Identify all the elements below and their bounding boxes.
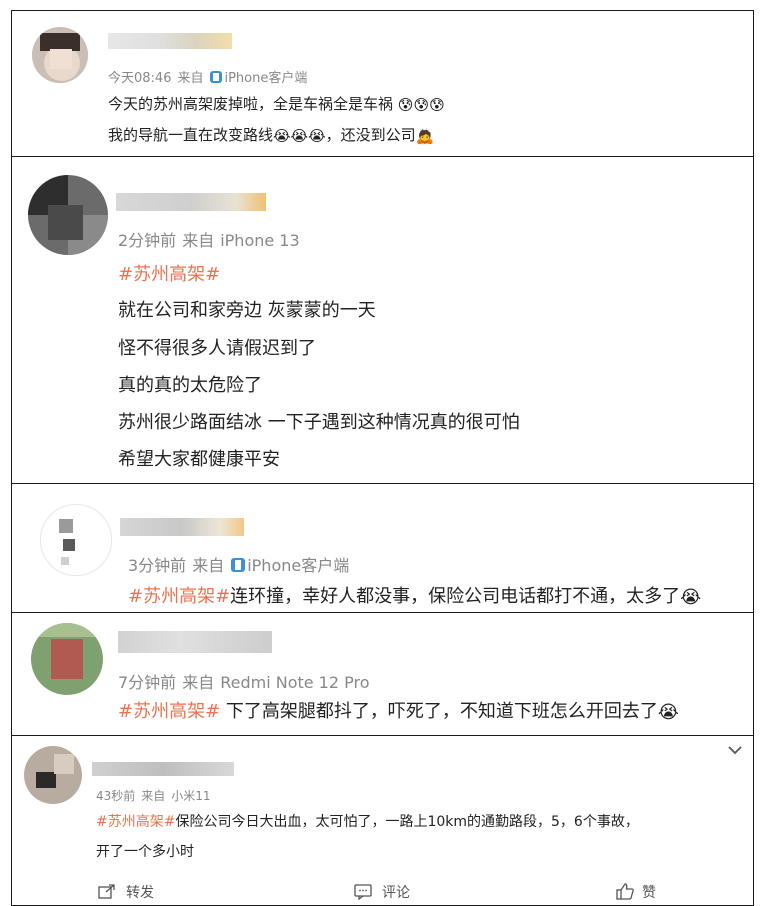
iphone-client-icon <box>231 558 246 572</box>
worried-emoji-icon: 😰 <box>413 95 430 114</box>
username-blurred[interactable] <box>118 631 272 653</box>
username-blurred[interactable] <box>116 193 266 211</box>
avatar[interactable] <box>40 504 112 576</box>
comment-label: 评论 <box>382 885 410 901</box>
post-device[interactable]: iPhone客户端 <box>247 556 349 575</box>
like-label: 赞 <box>642 885 656 901</box>
facepalm-emoji-icon: 🙇 <box>415 126 435 145</box>
post-text-line: #苏州高架#连环撞，幸好人都没事，保险公司电话都打不通，太多了😭 <box>128 586 702 608</box>
comment-icon <box>354 884 372 901</box>
avatar[interactable] <box>24 746 82 804</box>
repost-icon <box>98 884 115 899</box>
post-text-line: 真的真的太危险了 <box>118 375 262 396</box>
comment-button[interactable]: 评论 <box>354 882 410 902</box>
crying-emoji-icon: 😭 <box>273 126 291 145</box>
post-time: 今天08:46 <box>108 71 172 86</box>
hashtag-link[interactable]: #苏州高架# <box>118 260 220 286</box>
hashtag-link[interactable]: #苏州高架# <box>118 701 220 722</box>
thumbs-up-icon <box>616 883 634 900</box>
post-text-line: 怪不得很多人请假迟到了 <box>118 338 316 359</box>
crying-emoji-icon: 😭 <box>308 126 326 145</box>
post-text-line: 苏州很少路面结冰 一下子遇到这种情况真的很可怕 <box>118 412 520 433</box>
post-text-line-1: 今天的苏州高架废掉啦，全是车祸全是车祸 😰😰😰 <box>108 95 445 114</box>
worried-emoji-icon: 😰 <box>397 95 414 114</box>
post-text-line: #苏州高架# 下了高架腿都抖了，吓死了，不知道下班怎么开回去了😭 <box>118 701 679 723</box>
post-card-4: 7分钟前 来自 Redmi Note 12 Pro #苏州高架# 下了高架腿都抖了，… <box>11 612 754 736</box>
avatar[interactable] <box>31 623 103 695</box>
post-text-line: 希望大家都健康平安 <box>118 449 280 470</box>
post-device[interactable]: iPhone 13 <box>220 231 299 250</box>
post-source-label: 来自 <box>182 673 215 692</box>
post-meta: 2分钟前 来自 iPhone 13 <box>118 227 306 251</box>
post-time: 2分钟前 <box>118 231 177 250</box>
post-time: 3分钟前 <box>128 556 187 575</box>
post-time: 43秒前 <box>96 789 136 803</box>
username-blurred[interactable] <box>120 518 244 536</box>
post-text-line: 开了一个多小时 <box>96 844 194 860</box>
repost-button[interactable]: 转发 <box>98 882 154 902</box>
username-blurred[interactable] <box>92 762 234 776</box>
post-text-line: #苏州高架#保险公司今日大出血，太可怕了，一路上10km的通勤路段，5，6个事故… <box>96 814 639 830</box>
iphone-client-icon <box>210 71 223 83</box>
post-source-label: 来自 <box>192 556 225 575</box>
post-meta: 今天08:46 来自 iPhone客户端 <box>108 67 313 86</box>
avatar[interactable] <box>28 175 108 255</box>
post-device[interactable]: Redmi Note 12 Pro <box>220 673 369 692</box>
post-meta: 43秒前 来自 小米11 <box>96 787 217 804</box>
crying-emoji-icon: 😭 <box>680 586 702 608</box>
post-text-line-2: 我的导航一直在改变路线😭😭😭，还没到公司🙇 <box>108 126 435 145</box>
post-source-label: 来自 <box>182 231 215 250</box>
hashtag-link[interactable]: #苏州高架# <box>96 814 175 830</box>
post-device[interactable]: iPhone客户端 <box>224 71 307 86</box>
post-card-2: 2分钟前 来自 iPhone 13 #苏州高架# 就在公司和家旁边 灰蒙蒙的一天 怪… <box>11 156 754 484</box>
repost-label: 转发 <box>126 885 154 901</box>
post-card-1: 今天08:46 来自 iPhone客户端 今天的苏州高架废掉啦，全是车祸全是车祸 😰… <box>11 10 754 157</box>
crying-emoji-icon: 😭 <box>657 701 679 723</box>
post-text-line: 就在公司和家旁边 灰蒙蒙的一天 <box>118 300 376 321</box>
username-blurred[interactable] <box>108 33 232 49</box>
post-time: 7分钟前 <box>118 673 177 692</box>
post-card-3: 3分钟前 来自 iPhone客户端 #苏州高架#连环撞，幸好人都没事，保险公司电话都… <box>11 483 754 613</box>
post-meta: 3分钟前 来自 iPhone客户端 <box>128 552 355 576</box>
crying-emoji-icon: 😭 <box>290 126 309 145</box>
post-source-label: 来自 <box>177 71 204 86</box>
avatar[interactable] <box>32 27 88 83</box>
post-source-label: 来自 <box>141 789 166 803</box>
like-button[interactable]: 赞 <box>616 882 656 902</box>
chevron-down-icon[interactable] <box>727 744 743 756</box>
post-card-5: 43秒前 来自 小米11 #苏州高架#保险公司今日大出血，太可怕了，一路上10km的… <box>11 735 754 906</box>
hashtag-link[interactable]: #苏州高架# <box>128 586 230 607</box>
post-meta: 7分钟前 来自 Redmi Note 12 Pro <box>118 669 376 693</box>
post-device[interactable]: 小米11 <box>171 789 210 803</box>
worried-emoji-icon: 😰 <box>429 95 445 114</box>
